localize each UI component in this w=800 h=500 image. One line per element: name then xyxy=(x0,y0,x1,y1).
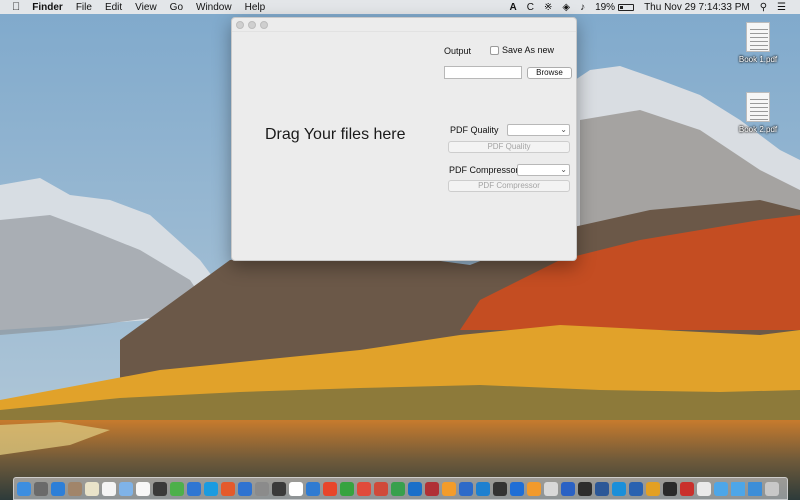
dock-app-icon[interactable] xyxy=(476,481,490,496)
dock-app-icon[interactable] xyxy=(68,481,82,496)
browse-button[interactable]: Browse xyxy=(527,67,572,79)
dock-app-icon[interactable] xyxy=(34,481,48,496)
dock-app-icon[interactable] xyxy=(170,481,184,496)
chevron-down-icon: ⌄ xyxy=(560,125,567,134)
apple-logo-icon[interactable]:  xyxy=(12,1,20,13)
output-label: Output xyxy=(444,46,472,56)
pdf-compressor-label: PDF Compressor xyxy=(449,165,519,175)
dock-app-icon[interactable] xyxy=(374,481,388,496)
dock-app-icon[interactable] xyxy=(221,481,235,496)
bluetooth-icon[interactable]: ※ xyxy=(544,2,552,13)
notification-center-icon[interactable]: ☰ xyxy=(777,2,786,13)
desktop-file-book-2[interactable]: Book 2.pdf xyxy=(728,92,788,134)
dock-app-icon[interactable] xyxy=(527,481,541,496)
menu-edit[interactable]: Edit xyxy=(105,2,122,13)
app-window: Drag Your files here Output Save As new … xyxy=(231,17,577,261)
dock-app-icon[interactable] xyxy=(357,481,371,496)
dock-app-icon[interactable] xyxy=(289,481,303,496)
dock-app-icon[interactable] xyxy=(408,481,422,496)
menu-file[interactable]: File xyxy=(76,2,92,13)
battery-percent[interactable]: 19% xyxy=(595,2,615,13)
desktop-file-label: Book 1.pdf xyxy=(738,55,778,64)
dock-app-icon[interactable] xyxy=(153,481,167,496)
dock-app-icon[interactable] xyxy=(561,481,575,496)
dock-app-icon[interactable] xyxy=(493,481,507,496)
dock-app-icon[interactable] xyxy=(136,481,150,496)
dock-app-icon[interactable] xyxy=(697,481,711,496)
menu-view[interactable]: View xyxy=(135,2,157,13)
dock-app-icon[interactable] xyxy=(731,481,745,496)
save-as-new-checkbox[interactable] xyxy=(490,46,499,55)
dock-app-icon[interactable] xyxy=(204,481,218,496)
dock-app-icon[interactable] xyxy=(544,481,558,496)
volume-icon[interactable]: ♪ xyxy=(580,2,585,13)
pdf-compressor-button[interactable]: PDF Compressor xyxy=(448,180,570,192)
dock xyxy=(13,477,788,500)
chevron-down-icon: ⌄ xyxy=(560,165,567,174)
menu-help[interactable]: Help xyxy=(245,2,266,13)
dock-app-icon[interactable] xyxy=(85,481,99,496)
battery-icon[interactable] xyxy=(618,3,635,11)
menu-finder[interactable]: Finder xyxy=(32,2,63,13)
desktop-file-label: Book 2.pdf xyxy=(738,125,778,134)
dock-app-icon[interactable] xyxy=(612,481,626,496)
menu-window[interactable]: Window xyxy=(196,2,232,13)
window-titlebar[interactable] xyxy=(232,18,576,32)
dock-app-icon[interactable] xyxy=(51,481,65,496)
wifi-icon[interactable]: ◈ xyxy=(562,2,570,13)
pdf-document-icon xyxy=(746,22,770,52)
dock-app-icon[interactable] xyxy=(102,481,116,496)
dock-app-icon[interactable] xyxy=(255,481,269,496)
dock-app-icon[interactable] xyxy=(187,481,201,496)
drop-zone-label[interactable]: Drag Your files here xyxy=(265,126,406,144)
pdf-document-icon xyxy=(746,92,770,122)
dock-app-icon[interactable] xyxy=(391,481,405,496)
output-path-input[interactable] xyxy=(444,66,522,79)
dock-app-icon[interactable] xyxy=(646,481,660,496)
dock-app-icon[interactable] xyxy=(238,481,252,496)
dock-app-icon[interactable] xyxy=(578,481,592,496)
save-as-new-label: Save As new xyxy=(502,45,555,55)
adobe-icon[interactable]: A xyxy=(510,2,517,13)
dock-app-icon[interactable] xyxy=(663,481,677,496)
dock-app-icon[interactable] xyxy=(425,481,439,496)
dock-app-icon[interactable] xyxy=(714,481,728,496)
dock-app-icon[interactable] xyxy=(340,481,354,496)
minimize-icon[interactable] xyxy=(248,20,256,29)
desktop-file-book-1[interactable]: Book 1.pdf xyxy=(728,22,788,64)
c-status-item[interactable]: C xyxy=(527,2,534,13)
zoom-icon[interactable] xyxy=(260,20,268,29)
spotlight-icon[interactable]: ⚲ xyxy=(760,2,767,13)
dock-app-icon[interactable] xyxy=(272,481,286,496)
pdf-quality-select[interactable]: ⌄ xyxy=(507,124,570,136)
dock-app-icon[interactable] xyxy=(17,481,31,496)
dock-app-icon[interactable] xyxy=(595,481,609,496)
menu-bar:  Finder File Edit View Go Window Help A… xyxy=(0,0,800,14)
menu-go[interactable]: Go xyxy=(170,2,183,13)
pdf-quality-label: PDF Quality xyxy=(450,125,499,135)
dock-app-icon[interactable] xyxy=(323,481,337,496)
pdf-quality-button[interactable]: PDF Quality xyxy=(448,141,570,153)
dock-app-icon[interactable] xyxy=(629,481,643,496)
status-area: A C ※ ◈ ♪ 19% Thu Nov 29 7:14:33 PM ⚲ ☰ xyxy=(500,0,787,14)
pdf-compressor-select[interactable]: ⌄ xyxy=(517,164,570,176)
menubar-clock[interactable]: Thu Nov 29 7:14:33 PM xyxy=(644,2,750,13)
dock-app-icon[interactable] xyxy=(765,481,779,496)
close-icon[interactable] xyxy=(236,20,244,29)
dock-app-icon[interactable] xyxy=(442,481,456,496)
dock-app-icon[interactable] xyxy=(748,481,762,496)
dock-app-icon[interactable] xyxy=(510,481,524,496)
dock-app-icon[interactable] xyxy=(306,481,320,496)
dock-app-icon[interactable] xyxy=(459,481,473,496)
dock-app-icon[interactable] xyxy=(680,481,694,496)
dock-app-icon[interactable] xyxy=(119,481,133,496)
